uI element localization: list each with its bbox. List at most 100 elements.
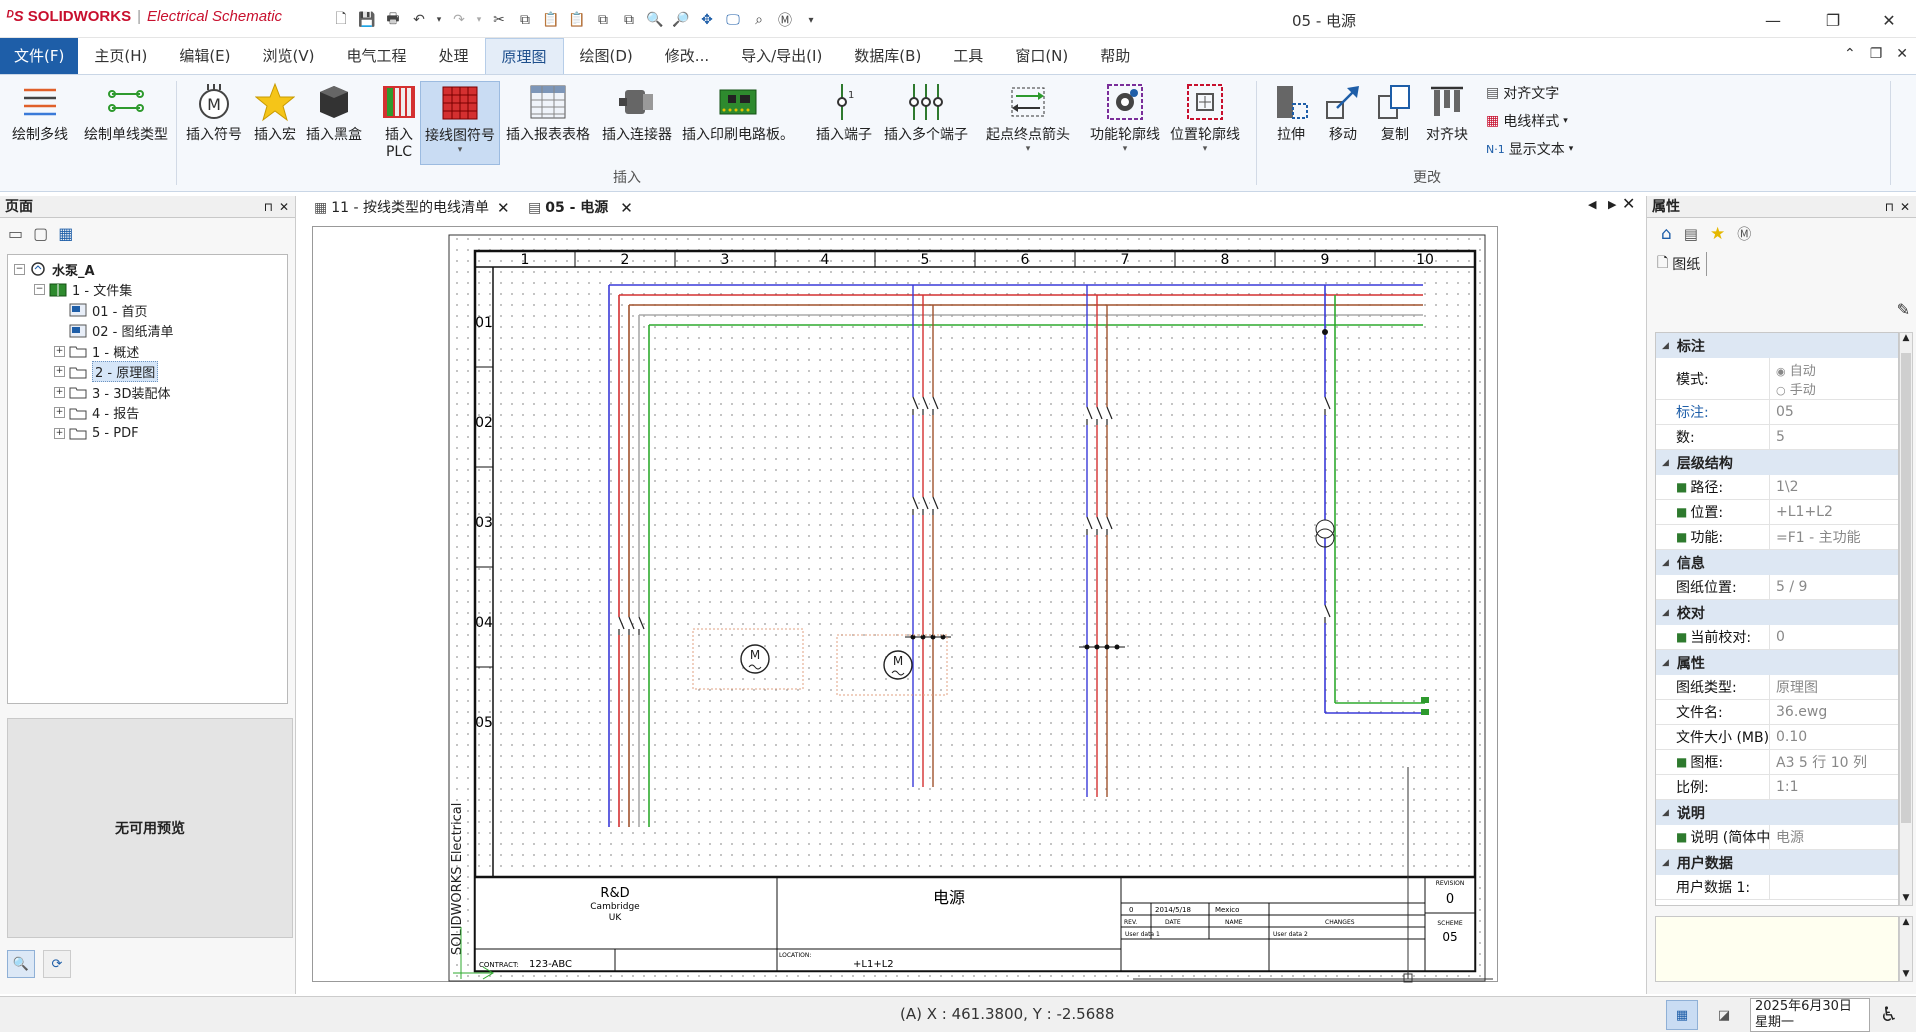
property-section[interactable]: ◢ 层级结构 [1656, 450, 1898, 475]
table-view-icon[interactable]: ▦ [58, 224, 73, 243]
property-row[interactable]: 标注: 05 [1656, 400, 1898, 425]
menu-item-9[interactable]: 导入/导出(I) [725, 38, 838, 74]
undo-icon[interactable]: ↶ [408, 9, 430, 31]
chevron-down-icon[interactable]: ▾ [1203, 144, 1208, 154]
property-value[interactable]: 05 [1769, 400, 1898, 424]
ribbon-button-12[interactable]: 起点终点箭头 ▾ [982, 81, 1074, 165]
property-value[interactable]: 1\2 [1769, 475, 1898, 499]
tree-item[interactable]: +4 - 报告 [14, 403, 287, 424]
property-row[interactable]: ■ 功能: =F1 - 主功能 [1656, 525, 1898, 550]
ortho-toggle-icon[interactable]: ◪ [1708, 1000, 1740, 1030]
ribbon-button-0[interactable]: 绘制多线 [8, 81, 72, 165]
radio-option[interactable]: ◉ 自动 [1776, 360, 1816, 379]
new-icon[interactable]: 🗋 [330, 9, 352, 31]
paste-page-icon[interactable]: ⧉ [618, 9, 640, 31]
collapse-icon[interactable]: − [14, 263, 25, 275]
property-section[interactable]: ◢ 信息 [1656, 550, 1898, 575]
undo-dropdown-icon[interactable]: ▾ [434, 9, 444, 31]
copy-page-icon[interactable]: ⧉ [592, 9, 614, 31]
property-row[interactable]: 图纸类型: 原理图 [1656, 675, 1898, 700]
redo-dropdown-icon[interactable]: ▾ [474, 9, 484, 31]
print-icon[interactable]: 🖶 [382, 9, 404, 31]
menu-item-7[interactable]: 绘图(D) [564, 38, 649, 74]
ribbon-button-14[interactable]: 位置轮廓线 ▾ [1166, 81, 1244, 165]
ribbon-button-17[interactable]: 复制 [1370, 81, 1420, 165]
ribbon-button-13[interactable]: 功能轮廓线 ▾ [1086, 81, 1164, 165]
minimize-icon[interactable]: — [1750, 6, 1796, 34]
ribbon-button-6[interactable]: 接线图符号 ▾ [420, 81, 500, 165]
properties-scrollbar[interactable]: ▲ ▼ [1899, 332, 1913, 906]
mdi-close-icon[interactable]: ✕ [1896, 46, 1908, 62]
scroll-thumb[interactable] [1901, 353, 1911, 823]
chevron-down-icon[interactable]: ▾ [458, 145, 463, 155]
ribbon-button-9[interactable]: 插入印刷电路板。 [678, 81, 798, 165]
tree-item[interactable]: +2 - 原理图 [14, 361, 287, 383]
collapse-ribbon-icon[interactable]: ⌃ [1844, 46, 1856, 62]
property-value[interactable]: 5 [1769, 425, 1898, 449]
collapse-triangle-icon[interactable]: ◢ [1662, 808, 1669, 818]
tab-scroll-left-icon[interactable]: ◀ [1588, 198, 1596, 211]
ribbon-button-10[interactable]: 1 插入端子 [812, 81, 876, 165]
tree-item[interactable]: +3 - 3D装配体 [14, 382, 287, 403]
property-value[interactable]: =F1 - 主功能 [1769, 525, 1898, 549]
property-row[interactable]: ■ 说明 (简体中 电源 [1656, 825, 1898, 850]
monitor-icon[interactable]: 🖵 [722, 9, 744, 31]
home-icon[interactable]: ⌂ [1661, 224, 1672, 244]
property-row[interactable]: 文件名: 36.ewg [1656, 700, 1898, 725]
scroll-up-icon[interactable]: ▲ [1900, 333, 1912, 343]
ribbon-button-15[interactable]: 拉伸 [1266, 81, 1316, 165]
property-row[interactable]: ■ 图框: A3 5 行 10 列 [1656, 750, 1898, 775]
ribbon-button-7[interactable]: 插入报表表格 [502, 81, 594, 165]
property-row[interactable]: 模式: ◉ 自动 ○ 手动 [1656, 358, 1898, 400]
menu-item-10[interactable]: 数据库(B) [838, 38, 937, 74]
copy-icon[interactable]: ⧉ [514, 9, 536, 31]
pan-icon[interactable]: ✥ [696, 9, 718, 31]
align-text-button[interactable]: ▤ 对齐文字 [1486, 81, 1573, 105]
search-icon[interactable]: ⌕ [748, 9, 770, 31]
paste-icon[interactable]: 📋 [540, 9, 562, 31]
property-value[interactable]: A3 5 行 10 列 [1769, 750, 1898, 774]
grid-toggle-icon[interactable]: ▦ [1666, 1000, 1698, 1030]
menu-item-4[interactable]: 电气工程 [330, 38, 422, 74]
property-section[interactable]: ◢ 校对 [1656, 600, 1898, 625]
ribbon-button-11[interactable]: 插入多个端子 [880, 81, 972, 165]
tree-item[interactable]: − 水泵_A [14, 259, 287, 280]
close-panel-icon[interactable]: ✕ [1900, 196, 1910, 218]
menu-item-11[interactable]: 工具 [937, 38, 999, 74]
pin-icon[interactable]: ⊓ [1885, 196, 1894, 218]
scroll-up-icon[interactable]: ▲ [1900, 917, 1912, 927]
radio-option[interactable]: ○ 手动 [1776, 379, 1816, 398]
restore-icon[interactable]: ❐ [1810, 6, 1856, 34]
property-value[interactable]: 0.10 [1769, 725, 1898, 749]
menu-item-12[interactable]: 窗口(N) [999, 38, 1084, 74]
description-box[interactable] [1655, 916, 1899, 982]
tab-power-sheet[interactable]: ▤ 05 - 电源 ✕ [528, 197, 633, 219]
tab-wire-list[interactable]: ▦ 11 - 按线类型的电线清单 ✕ [314, 197, 510, 219]
save-icon[interactable]: 💾 [356, 9, 378, 31]
property-value[interactable]: 电源 [1769, 825, 1898, 849]
menu-item-6[interactable]: 原理图 [484, 38, 564, 74]
expand-icon[interactable]: + [54, 427, 65, 439]
description-scrollbar[interactable]: ▲ ▼ [1899, 916, 1913, 982]
property-value[interactable]: 1:1 [1769, 775, 1898, 799]
collapse-icon[interactable]: − [34, 284, 45, 296]
menu-item-3[interactable]: 浏览(V) [247, 38, 331, 74]
ribbon-button-5[interactable]: 插入 PLC [374, 81, 424, 165]
wire-style-button[interactable]: ▦ 电线样式 ▾ [1486, 109, 1573, 133]
zoom-icon[interactable]: 🔍 [644, 9, 666, 31]
macro-icon[interactable]: Ⓜ [1737, 224, 1751, 244]
ribbon-button-1[interactable]: 绘制单线类型 [80, 81, 172, 165]
pin-icon[interactable]: ⊓ [264, 196, 273, 218]
tree-item[interactable]: − 1 - 文件集 [14, 280, 287, 301]
property-value[interactable]: 36.ewg [1769, 700, 1898, 724]
terminal-symbol[interactable] [1421, 697, 1429, 703]
chevron-down-icon[interactable]: ▾ [1123, 144, 1128, 154]
property-value[interactable]: 5 / 9 [1769, 575, 1898, 599]
property-section[interactable]: ◢ 标注 [1656, 333, 1898, 358]
radio-icon[interactable]: ◉ [1776, 365, 1786, 378]
property-value[interactable]: 原理图 [1769, 675, 1898, 699]
macro-icon[interactable]: Ⓜ [774, 9, 796, 31]
collapse-triangle-icon[interactable]: ◢ [1662, 608, 1669, 618]
property-row[interactable]: ■ 路径: 1\2 [1656, 475, 1898, 500]
menu-item-13[interactable]: 帮助 [1084, 38, 1146, 74]
